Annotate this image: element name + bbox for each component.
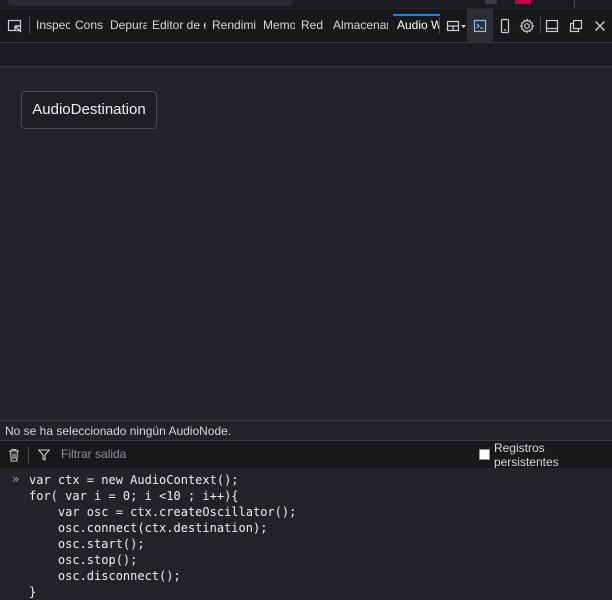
dock-bottom-icon[interactable] [542,9,562,42]
code-line: osc.start(); [29,537,145,551]
divider [540,17,541,34]
code-line: var osc = ctx.createOscillator(); [29,505,297,519]
tab-inspector[interactable]: Inspec [36,9,70,42]
browser-top-strip [0,0,612,8]
console-toolbar: Filtrar salida Registros persistentes [0,440,612,469]
devtools-toolbar: Inspec Cons Depura Editor de e Rendimi M… [0,9,612,43]
divider [439,17,440,34]
filter-icon [36,441,52,468]
tab-debugger[interactable]: Depura [110,9,147,42]
tab-style-editor[interactable]: Editor de e [152,9,206,42]
tab-network[interactable]: Red [301,9,327,42]
close-icon[interactable] [590,9,610,42]
tab-web-audio[interactable]: Audio W [393,9,440,42]
tab-memory[interactable]: Memo [263,9,295,42]
code-line: var ctx = new AudioContext(); [29,473,239,487]
url-bar-edge [8,0,293,6]
tab-storage[interactable]: Almacenar [333,9,388,42]
console-input-code[interactable]: var ctx = new AudioContext(); for( var i… [29,472,296,600]
layout-dropdown-icon[interactable] [444,9,468,42]
element-picker-icon[interactable] [4,9,26,42]
divider [29,17,30,34]
code-line: for( var i = 0; i <10 ; i++){ [29,489,239,503]
console-output[interactable]: » var ctx = new AudioContext(); for( var… [0,468,612,599]
console-prompt-icon: » [12,472,20,486]
divider [28,446,29,463]
browser-control [485,0,497,4]
audio-node-audio-destination[interactable]: AudioDestination [21,91,157,129]
persist-logs-label: Registros persistentes [493,440,559,469]
trash-icon[interactable] [4,441,24,468]
filter-output-input[interactable]: Filtrar salida [61,441,126,468]
status-message: No se ha seleccionado ningún AudioNode. [5,424,232,438]
divider [574,0,575,8]
panel-sub-toolbar [0,43,612,67]
settings-gear-icon[interactable] [516,9,538,42]
code-line: } [29,585,37,599]
persist-logs-toggle[interactable]: Registros persistentes [479,440,612,469]
separate-window-icon[interactable] [566,9,586,42]
tab-performance[interactable]: Rendimi [212,9,258,42]
browser-close-indicator [515,0,531,4]
status-bar: No se ha seleccionado ningún AudioNode. [0,420,612,440]
code-line: osc.connect(ctx.destination); [29,521,268,535]
tab-console[interactable]: Cons [75,9,103,42]
split-console-icon[interactable] [467,9,493,42]
persist-logs-checkbox[interactable] [479,449,490,460]
responsive-design-icon[interactable] [494,9,516,42]
code-line: osc.stop(); [29,553,138,567]
code-line: osc.disconnect(); [29,569,181,583]
